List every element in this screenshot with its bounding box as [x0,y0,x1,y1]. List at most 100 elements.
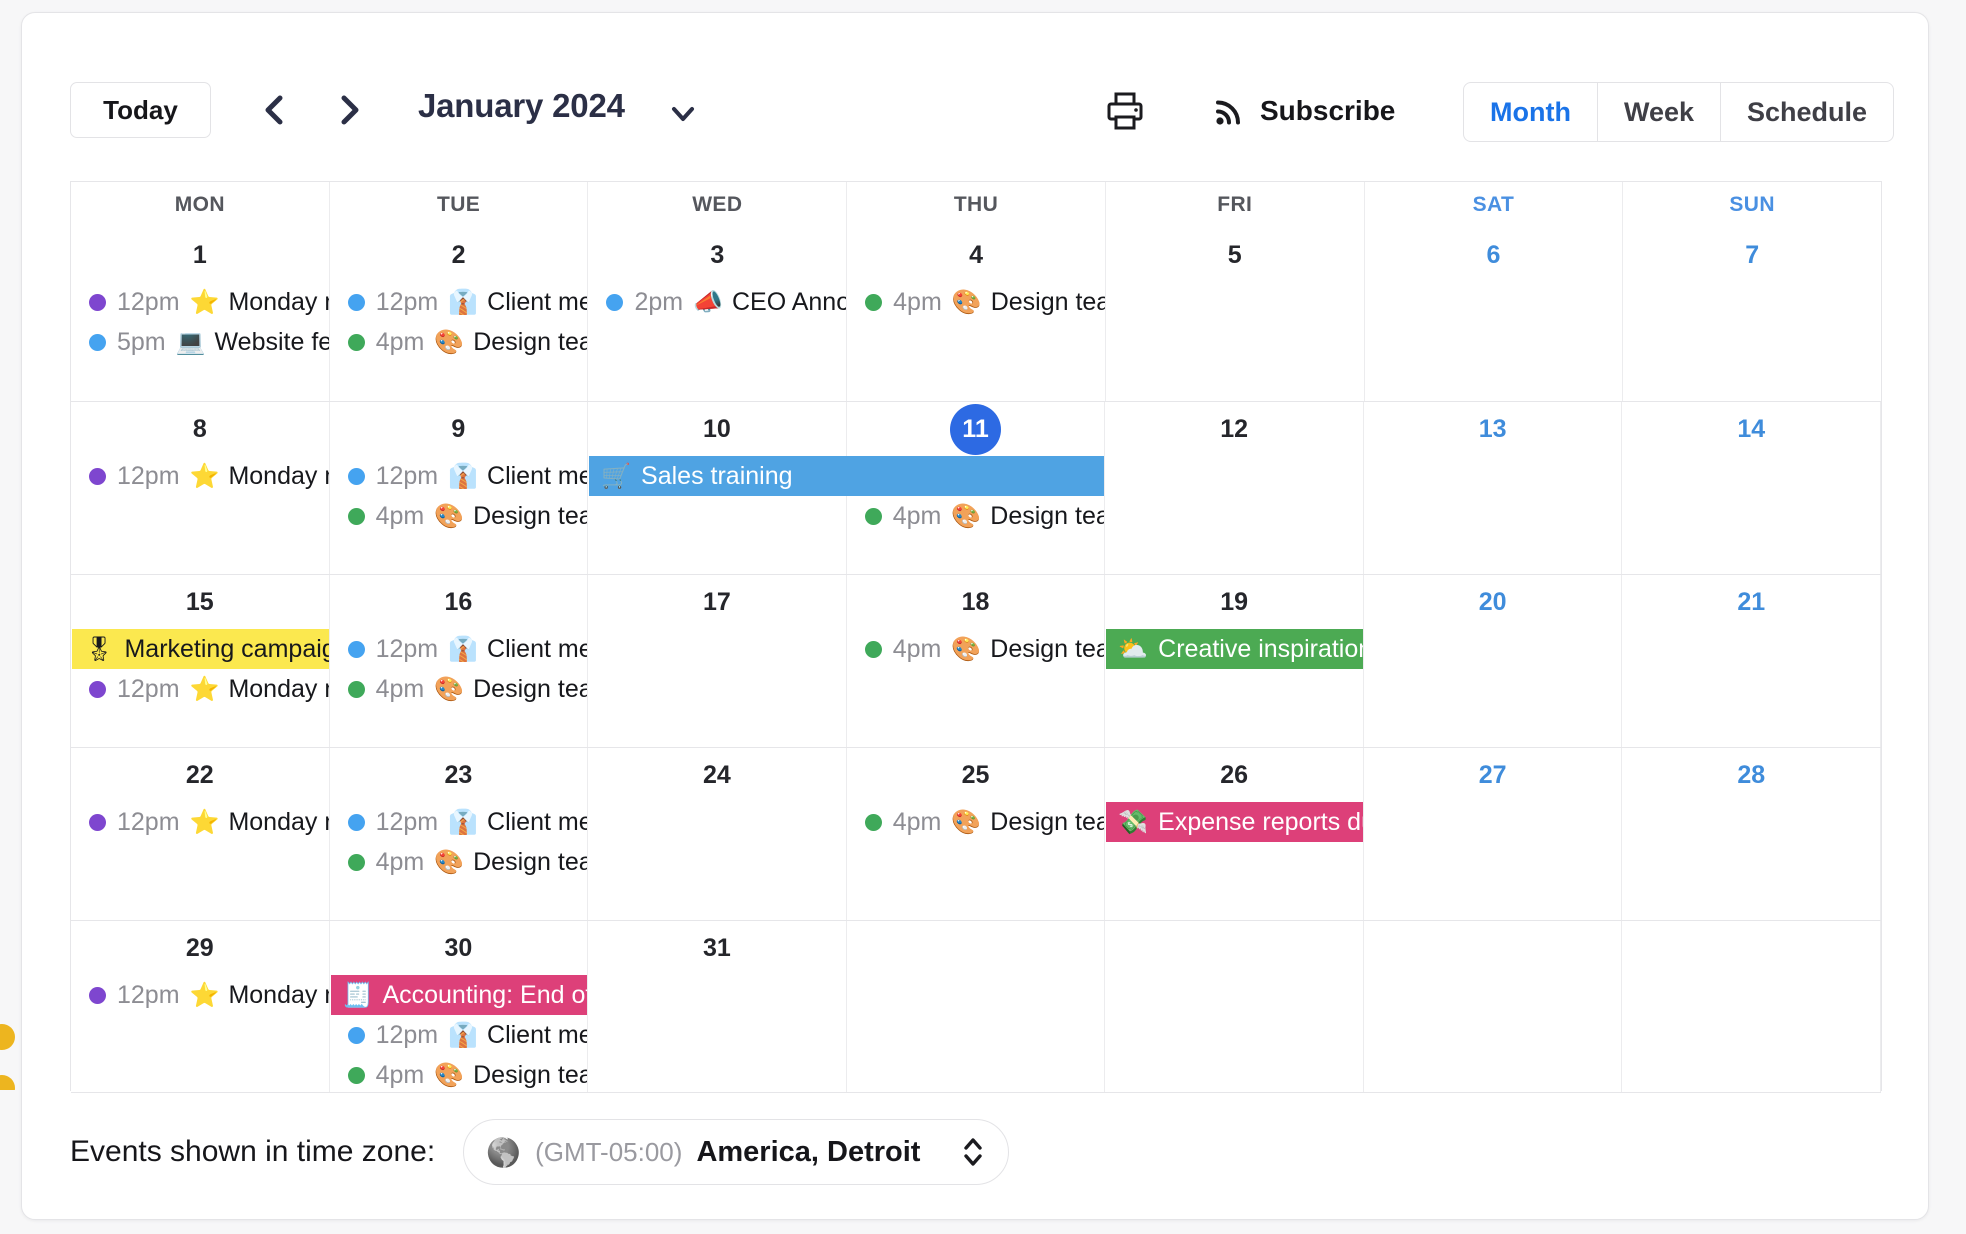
day-cell-4[interactable]: 4 4pm 🎨 Design tea [847,228,1106,401]
month-grid: MONTUEWEDTHUFRISATSUN 112pm⭐Monday mo5pm… [70,181,1882,1093]
calendar-event[interactable]: 12pm 👔 Client mee [330,282,587,322]
print-icon[interactable] [1103,89,1147,133]
day-cell-1[interactable]: 1 12pm ⭐ Monday mo 5pm 💻 Website feat [71,228,330,401]
day-cell-14[interactable]: 14 [1622,402,1882,574]
calendar-event[interactable]: 4pm 🎨 Design tea [847,282,1105,322]
day-cell-28[interactable]: 28 [1622,748,1882,920]
subscribe-button[interactable]: Subscribe [1212,89,1395,133]
stepper-icon[interactable] [960,1132,986,1172]
day-cell-23[interactable]: 23 12pm 👔 Client mee 4pm 🎨 Design tea [330,748,589,920]
view-tab-week[interactable]: Week [1598,83,1722,141]
day-cell-24[interactable]: 24 [588,748,847,920]
chevron-right-icon [341,95,359,125]
calendar-event[interactable]: 4pm 🎨 Design tea [847,629,1104,669]
calendar-event[interactable]: 12pm ⭐ Monday mo [71,802,329,842]
calendar-event[interactable]: 5pm 💻 Website feat [71,322,329,362]
day-cell-empty[interactable] [1105,921,1364,1092]
day-cell-5[interactable]: 5 [1106,228,1365,401]
week-row: 2912pm⭐Monday mo3012pm👔Client mee4pm🎨Des… [71,920,1882,1093]
banner-emoji-icon: 🛒 [601,462,632,490]
day-cell-9[interactable]: 9 12pm 👔 Client mee 4pm 🎨 Design tea [330,402,589,574]
all-day-event-banner[interactable]: 🧾 Accounting: End of [330,975,588,1015]
all-day-event-banner[interactable]: ⛅ Creative inspiration [1106,629,1363,669]
day-cell-16[interactable]: 1612pm 👔 Client mee 4pm 🎨 Design tea [330,575,589,747]
event-title: Design tea [473,501,589,530]
event-time: 12pm [117,807,180,836]
banner-title: Sales training [641,461,793,490]
calendar-event[interactable]: 12pm 👔 Client mee [330,1015,587,1055]
day-cell-18[interactable]: 18 4pm 🎨 Design tea [847,575,1106,747]
calendar-event[interactable]: 4pm 🎨 Design tea [330,669,587,709]
day-cell-20[interactable]: 20 [1364,575,1623,747]
day-cell-empty[interactable] [847,921,1106,1092]
event-time: 12pm [375,287,439,316]
day-cell-13[interactable]: 13 [1364,402,1623,574]
month-year-title[interactable]: January 2024 [418,87,625,125]
day-number: 19 [1220,587,1248,616]
week-row: 1512pm⭐Monday mo1612pm👔Client mee4pm🎨Des… [71,574,1882,747]
timezone-label: Events shown in time zone: [70,1135,436,1168]
day-cell-27[interactable]: 27 [1364,748,1623,920]
calendar-event[interactable]: 4pm 🎨 Design tea [330,322,587,362]
day-cell-empty[interactable] [1364,921,1623,1092]
event-color-dot [865,293,883,311]
banner-emoji-icon: 🧾 [342,981,373,1009]
chevron-down-icon[interactable] [666,97,700,131]
event-title: Design tea [473,847,589,876]
calendar-event[interactable]: 12pm ⭐ Monday mo [71,975,329,1015]
event-time: 4pm [892,634,942,663]
calendar-event[interactable]: 4pm 🎨 Design tea [847,496,1104,536]
day-number: 14 [1737,414,1766,443]
timezone-select[interactable]: 🌎 (GMT-05:00) America, Detroit [463,1119,1010,1185]
previous-month-button[interactable] [250,85,300,135]
day-cell-2[interactable]: 2 12pm 👔 Client mee 4pm 🎨 Design tea [330,228,589,401]
day-cell-31[interactable]: 31 [588,921,847,1092]
calendar-event[interactable]: 4pm 🎨 Design tea [330,1055,587,1092]
event-emoji-icon: ⭐ [189,675,220,703]
edge-dot [0,1024,15,1050]
event-emoji-icon: ⭐ [189,462,220,490]
day-cell-22[interactable]: 2212pm ⭐ Monday mo [71,748,330,920]
event-title: CEO Annou [731,287,846,316]
day-number: 29 [185,933,214,962]
day-number: 23 [444,760,473,789]
banner-emoji-icon: 🎖 [84,635,115,663]
calendar-event[interactable]: 12pm ⭐ Monday mo [71,456,329,496]
event-color-dot [347,1066,365,1084]
calendar-event[interactable]: 4pm 🎨 Design tea [330,842,589,882]
day-cell-empty[interactable] [1622,921,1882,1092]
calendar-event[interactable]: 12pm ⭐ Monday mo [71,282,329,322]
day-number: 3 [710,240,725,269]
calendar-event[interactable]: 12pm 👔 Client mee [330,802,587,842]
view-tab-month[interactable]: Month [1464,83,1598,141]
day-cell-21[interactable]: 21 [1622,575,1882,747]
event-time: 4pm [892,501,942,530]
view-tab-schedule[interactable]: Schedule [1721,83,1893,141]
day-number: 9 [451,414,466,443]
today-button[interactable]: Today [70,82,211,138]
day-cell-29[interactable]: 29 12pm ⭐ Monday mo [71,921,330,1092]
day-number: 7 [1745,240,1760,269]
week-row: 8 12pm ⭐ Monday mo 9 12pm 👔 Client mee 4pm 🎨 Desig… [71,401,1882,574]
calendar-event[interactable]: 2pm 📣 CEO Annou [588,282,846,322]
all-day-event-banner[interactable]: 🛒 Sales training [589,456,1105,496]
next-month-button[interactable] [324,85,374,135]
calendar-event[interactable]: 4pm 🎨 Design tea [847,802,1106,842]
day-number: 5 [1227,240,1242,269]
day-cell-17[interactable]: 17 [588,575,847,747]
event-title: Design tea [990,807,1106,836]
day-cell-7[interactable]: 7 [1623,228,1881,401]
calendar-event[interactable]: 4pm 🎨 Design tea [330,496,589,536]
calendar-event[interactable]: 12pm 👔 Client mee [330,456,587,496]
all-day-event-banner[interactable]: 💸 Expense reports due [1106,802,1363,842]
day-cell-8[interactable]: 8 12pm ⭐ Monday mo [71,402,330,574]
day-cell-6[interactable]: 6 [1365,228,1624,401]
calendar-event[interactable]: 12pm ⭐ Monday mo [71,669,329,709]
banner-emoji-icon: ⛅ [1118,635,1149,663]
calendar-event[interactable]: 12pm 👔 Client mee [330,629,587,669]
all-day-event-banner[interactable]: 🎖 Marketing campaign l [72,629,329,669]
day-cell-12[interactable]: 12 [1105,402,1364,574]
day-cell-3[interactable]: 3 2pm 📣 CEO Annou [588,228,848,401]
day-cell-25[interactable]: 25 4pm 🎨 Design tea [847,748,1106,920]
event-color-dot [347,1026,365,1044]
